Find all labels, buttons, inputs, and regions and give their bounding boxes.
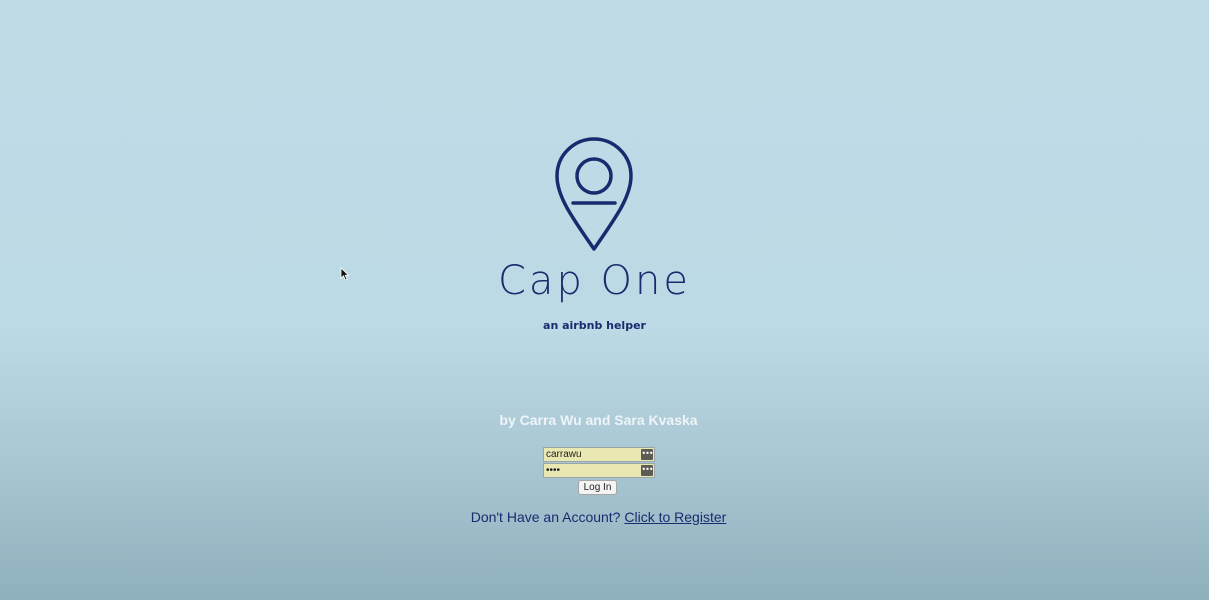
credits-text: by Carra Wu and Sara Kvaska (499, 412, 698, 428)
location-pin-logo-icon (555, 137, 633, 251)
login-button[interactable]: Log In (578, 480, 617, 495)
app-title: Cap One (498, 258, 691, 304)
password-manager-key-icon[interactable]: ••• (641, 465, 654, 476)
app-subtitle: an airbnb helper (543, 319, 646, 332)
register-link[interactable]: Click to Register (624, 509, 726, 525)
password-manager-key-icon[interactable]: ••• (641, 449, 654, 460)
register-prompt: Don't Have an Account? (470, 509, 621, 525)
password-input[interactable] (544, 464, 638, 477)
username-field-wrapper: ••• (543, 447, 655, 462)
username-input[interactable] (544, 448, 638, 461)
mouse-cursor-icon (340, 267, 350, 281)
password-field-wrapper: ••• (543, 463, 655, 478)
register-line: Don't Have an Account? Click to Register (0, 509, 1203, 525)
